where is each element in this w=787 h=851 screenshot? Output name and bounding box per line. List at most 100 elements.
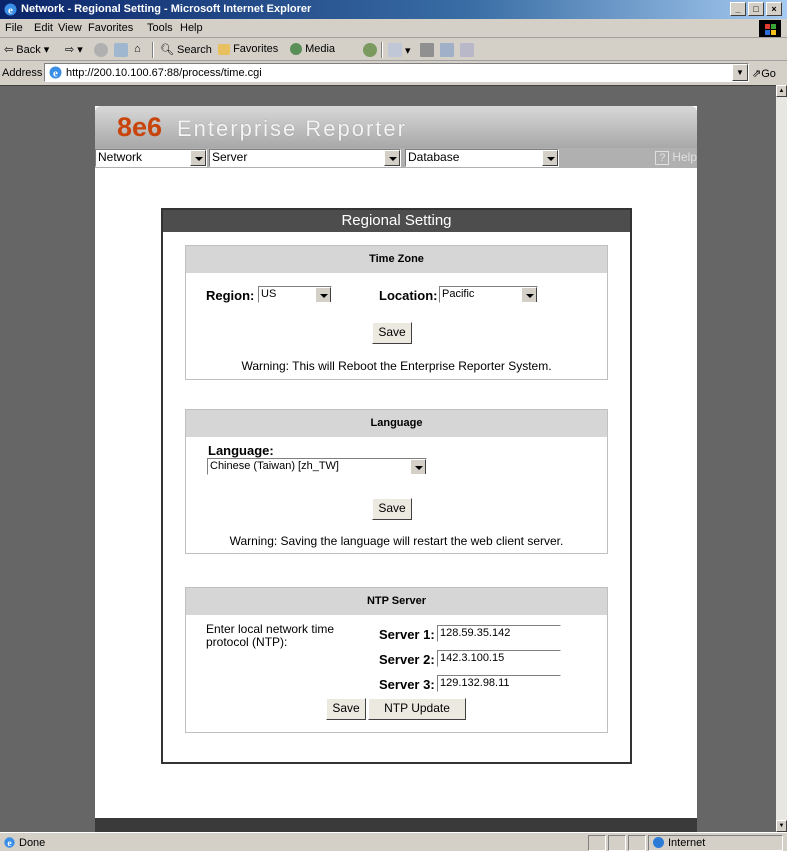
language-save-button[interactable]: Save xyxy=(372,498,412,520)
menu-tools[interactable]: Tools xyxy=(147,22,173,34)
stop-icon xyxy=(94,43,108,57)
menu-view[interactable]: View xyxy=(58,22,82,34)
zone-label: Internet xyxy=(668,837,706,849)
product-name: Enterprise Reporter xyxy=(177,116,407,141)
menu-help[interactable]: Help xyxy=(180,22,203,34)
language-section: Language Language: Chinese (Taiwan) [zh_… xyxy=(185,409,608,554)
web-page: 8e6 Enterprise Reporter Network Server D… xyxy=(95,106,697,832)
server-1-label: Server 1: xyxy=(379,627,435,642)
app-banner: 8e6 Enterprise Reporter xyxy=(95,106,697,148)
status-cell xyxy=(588,835,606,851)
status-text: Done xyxy=(19,837,46,849)
back-button[interactable]: ⇦ Back ▾ xyxy=(4,43,49,56)
network-menu-select[interactable]: Network xyxy=(95,149,207,167)
history-button[interactable] xyxy=(363,43,377,57)
search-icon: 🔍︎ xyxy=(160,44,174,56)
region-select[interactable]: US xyxy=(258,286,332,303)
server-3-input[interactable]: 129.132.98.11 xyxy=(437,675,561,692)
internet-explorer-icon: e xyxy=(4,3,17,17)
discuss-button[interactable] xyxy=(460,43,474,57)
mail-button[interactable]: ▾ xyxy=(388,43,411,57)
close-button[interactable]: × xyxy=(766,2,782,16)
location-select[interactable]: Pacific xyxy=(439,286,538,303)
panel-title: Regional Setting xyxy=(163,210,630,232)
favorites-button[interactable]: Favorites xyxy=(218,43,278,55)
menu-favorites[interactable]: Favorites xyxy=(88,22,133,34)
ntp-server-heading: NTP Server xyxy=(186,588,607,615)
stop-button[interactable] xyxy=(94,43,108,57)
toolbar-separator xyxy=(381,42,383,58)
app-nav-bar: Network Server Database ? Help xyxy=(95,148,697,168)
ntp-update-button[interactable]: NTP Update xyxy=(368,698,466,720)
server-2-input[interactable]: 142.3.100.15 xyxy=(437,650,561,667)
server-menu-select[interactable]: Server xyxy=(209,149,401,167)
status-cell xyxy=(608,835,626,851)
ntp-server-section: NTP Server Enter local network time prot… xyxy=(185,587,608,733)
edit-icon xyxy=(440,43,454,57)
minimize-button[interactable]: _ xyxy=(730,2,746,16)
chevron-down-icon xyxy=(384,150,400,166)
go-arrow-icon: ⇗ xyxy=(752,68,762,80)
scroll-up-icon[interactable]: ▲ xyxy=(776,85,787,97)
forward-button[interactable]: ⇨ ▾ xyxy=(65,43,83,56)
time-zone-save-button[interactable]: Save xyxy=(372,322,412,344)
ntp-description: Enter local network time protocol (NTP): xyxy=(206,622,335,649)
maximize-button[interactable]: □ xyxy=(748,2,764,16)
print-icon xyxy=(420,43,434,57)
globe-icon xyxy=(653,837,664,848)
database-menu-select[interactable]: Database xyxy=(405,149,559,167)
language-select[interactable]: Chinese (Taiwan) [zh_TW] xyxy=(207,458,427,475)
refresh-button[interactable] xyxy=(114,43,128,57)
address-label: Address xyxy=(2,67,43,79)
toolbar-separator xyxy=(152,42,154,58)
address-url: http://200.10.100.67:88/process/time.cgi xyxy=(66,67,262,79)
status-bar: e Done Internet xyxy=(0,832,787,851)
server-3-label: Server 3: xyxy=(379,677,435,692)
chevron-down-icon xyxy=(521,287,537,302)
mail-icon xyxy=(388,43,402,57)
page-done-icon: e xyxy=(4,837,15,849)
region-label: Region: xyxy=(206,288,255,303)
chevron-down-icon xyxy=(190,150,206,166)
edit-button[interactable] xyxy=(440,43,454,57)
brand-logo: 8e6 xyxy=(117,112,163,142)
refresh-icon xyxy=(114,43,128,57)
language-heading: Language xyxy=(186,410,607,437)
address-dropdown-button[interactable]: ▼ xyxy=(732,64,748,81)
vertical-scrollbar[interactable]: ▲ ▼ xyxy=(776,85,787,832)
time-zone-warning: Warning: This will Reboot the Enterprise… xyxy=(241,359,552,373)
scroll-down-icon[interactable]: ▼ xyxy=(776,820,787,832)
security-zone: Internet xyxy=(648,835,783,851)
page-icon: e xyxy=(49,66,62,80)
menu-bar: File Edit View Favorites Tools Help xyxy=(0,19,787,38)
svg-text:e: e xyxy=(8,5,13,17)
menu-edit[interactable]: Edit xyxy=(34,22,53,34)
address-input[interactable]: e http://200.10.100.67:88/process/time.c… xyxy=(44,63,749,82)
status-cell xyxy=(628,835,646,851)
windows-logo-icon xyxy=(759,20,781,37)
home-icon: ⌂ xyxy=(134,43,141,55)
address-bar: Address e http://200.10.100.67:88/proces… xyxy=(0,62,787,84)
ntp-save-button[interactable]: Save xyxy=(326,698,366,720)
media-button[interactable]: Media xyxy=(290,43,335,55)
time-zone-heading: Time Zone xyxy=(186,246,607,273)
discuss-icon xyxy=(460,43,474,57)
regional-setting-panel: Regional Setting Time Zone Region: US Lo… xyxy=(161,208,632,764)
help-link[interactable]: ? Help xyxy=(655,150,697,165)
chevron-down-icon xyxy=(542,150,558,166)
favorites-icon xyxy=(218,44,230,55)
search-button[interactable]: 🔍︎ Search xyxy=(160,43,212,56)
server-1-input[interactable]: 128.59.35.142 xyxy=(437,625,561,642)
home-button[interactable]: ⌂ xyxy=(134,43,141,55)
menu-file[interactable]: File xyxy=(5,22,23,34)
chevron-down-icon xyxy=(410,459,426,474)
window-title-bar: e Network - Regional Setting - Microsoft… xyxy=(0,0,787,19)
language-warning: Warning: Saving the language will restar… xyxy=(229,534,564,548)
location-label: Location: xyxy=(379,288,438,303)
history-icon xyxy=(363,43,377,57)
svg-text:e: e xyxy=(53,68,58,80)
go-button[interactable]: ⇗Go xyxy=(752,67,776,80)
back-arrow-icon: ⇦ xyxy=(4,44,14,56)
help-icon: ? xyxy=(655,151,670,165)
print-button[interactable] xyxy=(420,43,434,57)
